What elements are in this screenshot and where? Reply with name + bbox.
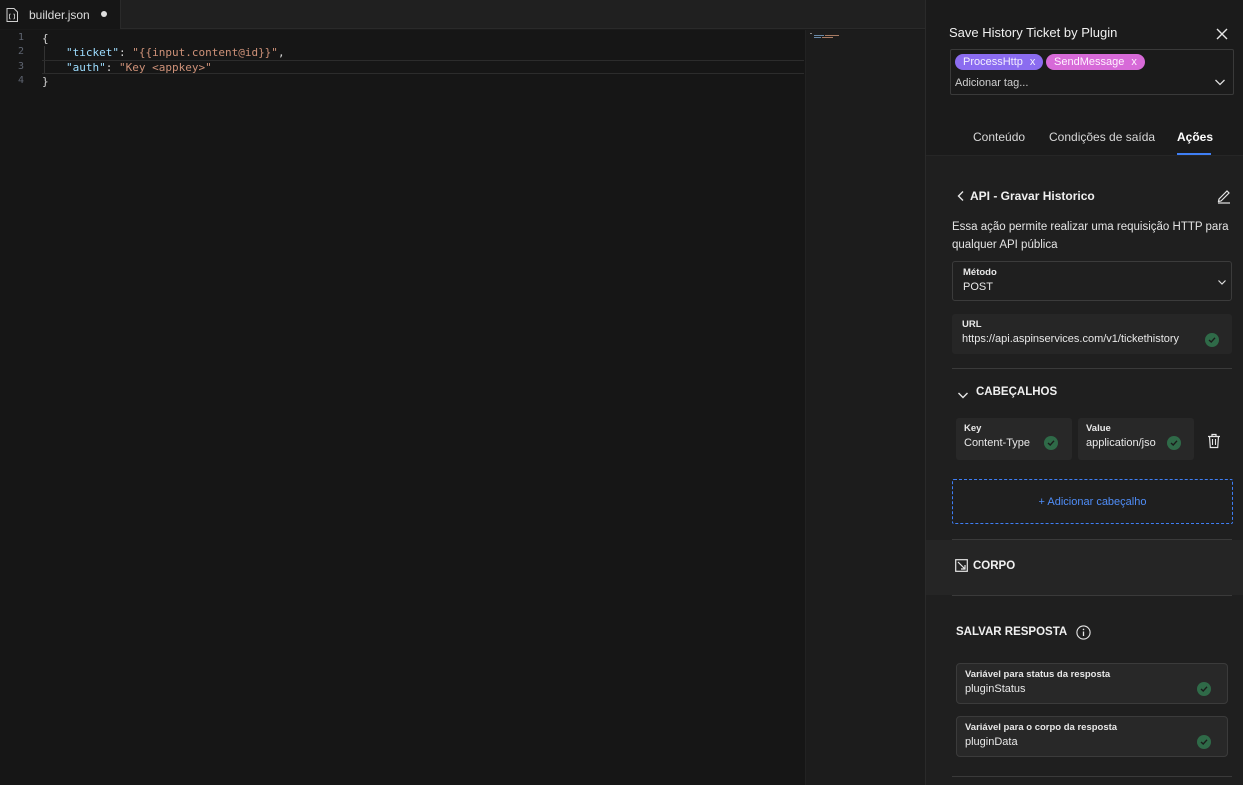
code-line: } (42, 75, 49, 88)
status-variable-label: Variável para status da resposta (965, 669, 1111, 680)
tag-processhttp: ProcessHttp x (955, 54, 1044, 70)
code-editor: builder.json 1 2 3 4 { "ticket": "{{inpu… (0, 0, 925, 785)
minimap-line (825, 35, 839, 36)
minimap-line (814, 35, 824, 36)
method-select[interactable]: Método POST (952, 261, 1232, 301)
divider (952, 595, 1232, 596)
panel-title: Save History Ticket by Plugin (949, 25, 1118, 40)
chevron-down-icon (1218, 280, 1226, 285)
header-value-value: application/jso (1086, 437, 1156, 449)
tag-label: ProcessHttp (963, 56, 1023, 68)
json-comma: , (277, 46, 285, 59)
json-string: "{{input.content@id}}" (132, 46, 278, 59)
body-variable-label: Variável para o corpo da resposta (965, 722, 1118, 733)
url-field[interactable]: URL https://api.aspinservices.com/v1/tic… (952, 314, 1232, 354)
actions-content: API - Gravar Historico Essa ação permite… (926, 156, 1243, 785)
editor-tab-builder-json[interactable]: builder.json (0, 0, 121, 29)
header-value-field[interactable]: Value application/jso (1078, 418, 1194, 460)
check-circle-icon (1197, 682, 1211, 696)
json-key: "auth" (66, 61, 106, 74)
tag-remove-button[interactable]: x (1131, 56, 1137, 68)
tab-acoes[interactable]: Ações (1177, 130, 1213, 144)
brace-close: } (42, 75, 49, 88)
unsaved-dot-icon[interactable] (101, 11, 107, 17)
code-line: "ticket": "{{input.content@id}}", (66, 46, 285, 59)
tag-remove-button[interactable]: x (1030, 56, 1036, 68)
info-icon[interactable] (1076, 625, 1091, 640)
chevron-left-icon[interactable] (956, 190, 966, 202)
code-line: "auth": "Key <appkey>" (66, 61, 212, 74)
code-line: { (42, 32, 49, 45)
expand-icon[interactable] (955, 559, 968, 572)
line-number: 4 (17, 75, 24, 86)
chevron-down-icon[interactable] (1214, 76, 1226, 88)
header-value-label: Value (1086, 423, 1111, 434)
minimap-line (822, 37, 833, 38)
header-key-value: Content-Type (964, 437, 1031, 449)
method-value: POST (963, 281, 993, 293)
line-number: 1 (17, 32, 24, 43)
json-colon: : (105, 61, 119, 74)
tag-label: SendMessage (1054, 56, 1125, 68)
method-label: Método (963, 267, 997, 278)
header-key-field[interactable]: Key Content-Type (956, 418, 1072, 460)
body-variable-value: pluginData (965, 736, 1018, 748)
tag-sendmessage: SendMessage x (1046, 54, 1145, 70)
json-string: "Key <appkey>" (119, 61, 212, 74)
minimap[interactable] (805, 30, 925, 785)
brace-open: { (42, 32, 49, 45)
tab-condicoes-de-saida[interactable]: Condições de saída (1049, 130, 1155, 144)
body-variable-field[interactable]: Variável para o corpo da resposta plugin… (956, 716, 1228, 757)
status-variable-value: pluginStatus (965, 683, 1026, 695)
code-area[interactable]: 1 2 3 4 { "ticket": "{{input.content@id}… (0, 30, 805, 785)
header-key-label: Key (964, 423, 982, 434)
json-key: "ticket" (66, 46, 119, 59)
line-number: 3 (17, 61, 24, 72)
json-colon: : (118, 46, 133, 59)
active-tab-indicator (1177, 153, 1211, 155)
panel-tabs: Conteúdo Condições de saída Ações (926, 118, 1243, 156)
json-file-icon (6, 7, 18, 22)
add-tag-input[interactable] (955, 75, 1205, 91)
check-circle-icon (1197, 735, 1211, 749)
check-circle-icon (1205, 333, 1219, 347)
line-number: 2 (17, 46, 24, 57)
minimap-line (814, 37, 821, 38)
action-title: API - Gravar Historico (970, 189, 1095, 203)
chevron-down-icon[interactable] (957, 389, 969, 401)
tab-conteudo[interactable]: Conteúdo (973, 130, 1025, 144)
minimap-line (810, 33, 812, 34)
action-description: Essa ação permite realizar uma requisiçã… (952, 221, 1229, 251)
pencil-icon[interactable] (1216, 188, 1232, 204)
check-circle-icon (1044, 436, 1058, 450)
save-response-title: SALVAR RESPOSTA (956, 626, 1068, 638)
tags-select[interactable]: ProcessHttp x SendMessage x (950, 49, 1234, 95)
url-value: https://api.aspinservices.com/v1/ticketh… (962, 333, 1180, 345)
add-header-button[interactable]: + Adicionar cabeçalho (952, 479, 1233, 524)
headers-section-title: CABEÇALHOS (976, 386, 1058, 398)
url-label: URL (962, 319, 982, 330)
close-icon[interactable] (1215, 27, 1229, 41)
status-variable-field[interactable]: Variável para status da resposta pluginS… (956, 663, 1228, 704)
properties-panel: Save History Ticket by Plugin ProcessHtt… (925, 0, 1243, 785)
divider (952, 368, 1232, 369)
body-section-title: CORPO (973, 560, 1016, 572)
editor-tab-bar: builder.json (0, 0, 925, 29)
trash-icon[interactable] (1207, 433, 1221, 449)
check-circle-icon (1167, 436, 1181, 450)
divider (952, 776, 1232, 777)
editor-tab-label: builder.json (29, 7, 90, 22)
